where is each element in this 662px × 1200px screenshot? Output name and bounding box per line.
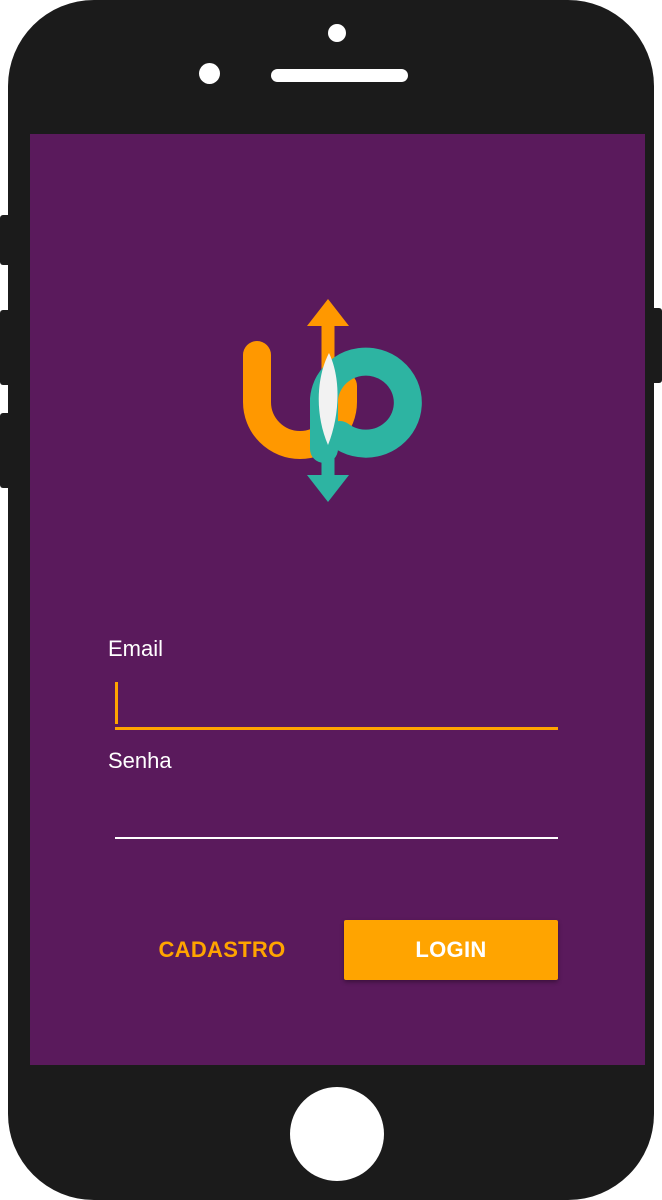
home-button[interactable]	[290, 1087, 384, 1181]
password-field[interactable]	[115, 794, 558, 834]
earpiece-speaker	[271, 69, 408, 82]
up-logo-icon	[243, 299, 422, 502]
front-camera	[328, 24, 346, 42]
email-underline	[115, 727, 558, 730]
password-label: Senha	[108, 748, 172, 773]
proximity-sensor	[199, 63, 220, 84]
email-field[interactable]	[115, 684, 558, 724]
password-underline	[115, 837, 558, 839]
signup-button[interactable]: CADASTRO	[142, 920, 302, 980]
phone-frame: Email Senha CADASTRO LOGIN	[8, 0, 654, 1200]
login-screen: Email Senha CADASTRO LOGIN	[30, 134, 645, 1065]
text-cursor	[115, 682, 118, 724]
email-label: Email	[108, 636, 164, 661]
login-button[interactable]: LOGIN	[344, 920, 558, 980]
